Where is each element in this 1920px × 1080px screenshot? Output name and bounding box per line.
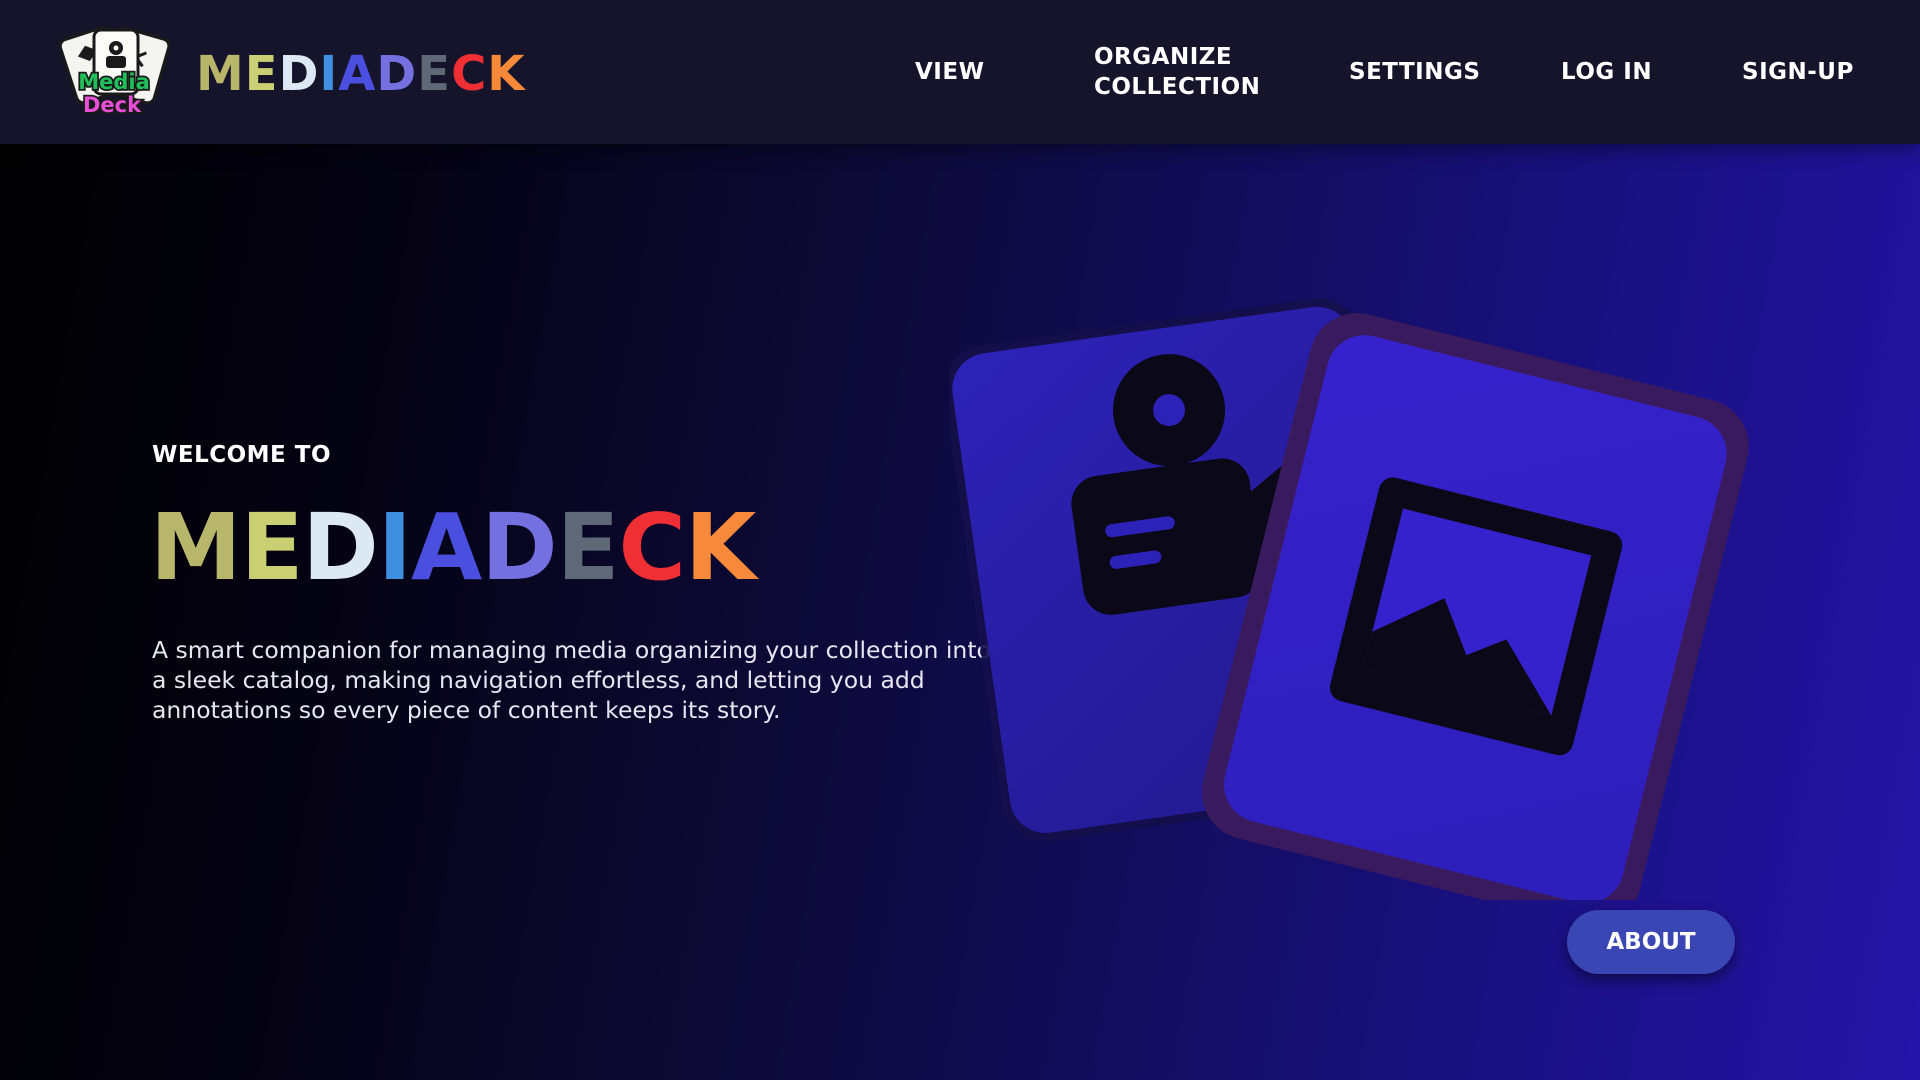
logo-icon: Media Deck — [58, 25, 171, 119]
nav-sign-up[interactable]: SIGN-UP — [1742, 57, 1854, 87]
nav-organize-line2: COLLECTION — [1094, 74, 1261, 100]
media-cards-illustration — [950, 260, 1770, 900]
hero-title-letter: D — [481, 494, 557, 601]
brand-letter: M — [196, 46, 245, 102]
hero-title-letter: E — [240, 494, 304, 601]
landing-page: Media Deck MEDIADECK VIEW ORGANIZE COLLE… — [0, 0, 1920, 1080]
logo-text-line1: Media — [78, 70, 150, 94]
brand-wordmark[interactable]: MEDIADECK — [196, 44, 526, 104]
nav-settings[interactable]: SETTINGS — [1349, 57, 1480, 87]
welcome-heading: WELCOME TO — [152, 442, 332, 468]
hero-title-letter: D — [302, 494, 378, 601]
top-navbar: Media Deck MEDIADECK VIEW ORGANIZE COLLE… — [0, 0, 1920, 144]
brand-letter: D — [278, 46, 320, 102]
brand-letter: K — [487, 46, 526, 102]
hero-title-letter: A — [411, 494, 482, 601]
hero-description: A smart companion for managing media org… — [152, 636, 991, 724]
nav-view[interactable]: VIEW — [915, 57, 984, 87]
logo-text-line2: Deck — [83, 93, 142, 117]
brand-letter: D — [376, 46, 418, 102]
brand-letter: I — [319, 46, 339, 102]
nav-log-in[interactable]: LOG IN — [1561, 57, 1652, 87]
nav-organize-collection[interactable]: ORGANIZE COLLECTION — [1094, 42, 1274, 102]
brand-letter: C — [451, 46, 488, 102]
hero-title-letter: C — [618, 494, 686, 601]
hero-title: MEDIADECK — [150, 498, 756, 598]
hero-title-letter: M — [150, 494, 242, 601]
media-deck-cards-logo[interactable]: Media Deck — [54, 22, 178, 122]
nav-organize-line1: ORGANIZE — [1094, 44, 1233, 70]
hero-title-letter: K — [685, 494, 756, 601]
about-button[interactable]: ABOUT — [1567, 910, 1735, 974]
brand-letter: A — [338, 46, 377, 102]
brand-letter: E — [417, 46, 452, 102]
hero-title-letter: E — [556, 494, 620, 601]
brand-letter: E — [244, 46, 279, 102]
hero-title-letter: I — [377, 494, 412, 601]
